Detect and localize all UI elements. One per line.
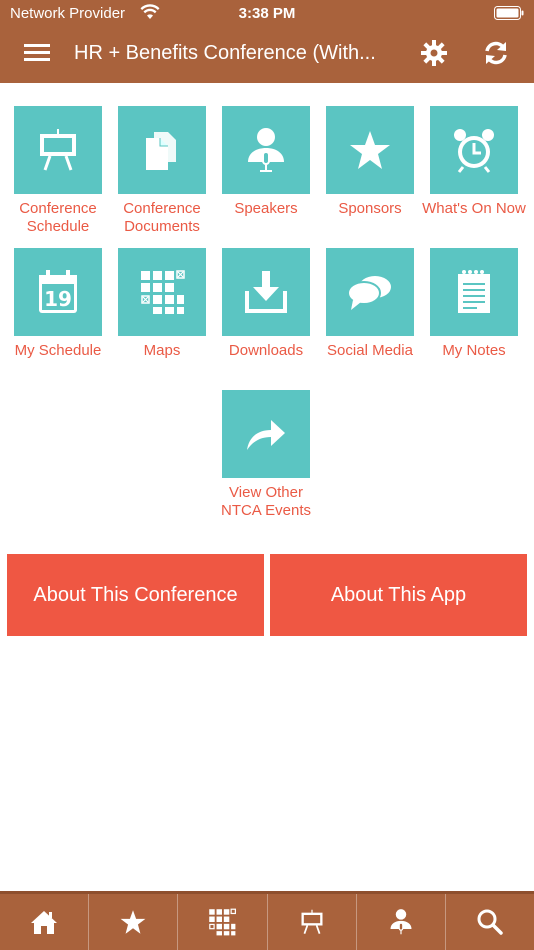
presentation-board-icon bbox=[301, 909, 323, 934]
notepad-icon bbox=[458, 270, 490, 313]
tile-social-media[interactable]: Social Media bbox=[318, 248, 422, 360]
share-arrow-icon bbox=[247, 420, 285, 450]
about-buttons: About This Conference About This App bbox=[7, 554, 527, 636]
tile-whats-on-now[interactable]: What's On Now bbox=[422, 106, 526, 218]
top-bar: Network Provider 3:38 PM HR + Benefits C… bbox=[0, 0, 534, 83]
documents-icon bbox=[146, 132, 176, 170]
clock: 3:38 PM bbox=[238, 5, 296, 22]
calendar-icon: 19 bbox=[39, 270, 77, 313]
tile-label: Conference Documents bbox=[123, 200, 201, 235]
tile-my-schedule[interactable]: 19 My Schedule bbox=[6, 248, 110, 360]
tile-box bbox=[326, 248, 414, 336]
tile-speakers[interactable]: Speakers bbox=[214, 106, 318, 218]
menu-icon[interactable] bbox=[24, 42, 54, 68]
about-app-button[interactable]: About This App bbox=[270, 554, 527, 636]
tile-box bbox=[118, 106, 206, 194]
tile-box bbox=[430, 106, 518, 194]
tile-label: My Notes bbox=[442, 342, 506, 359]
status-bar: Network Provider 3:38 PM bbox=[0, 0, 534, 28]
star-icon bbox=[350, 131, 390, 169]
page-title: HR + Benefits Conference (With... bbox=[74, 42, 376, 64]
tile-label: Downloads bbox=[228, 342, 304, 359]
presentation-board-icon bbox=[40, 129, 76, 171]
tile-box bbox=[222, 390, 310, 478]
map-grid-icon bbox=[141, 270, 185, 314]
tile-box bbox=[222, 248, 310, 336]
download-tray-icon bbox=[245, 271, 287, 313]
star-icon bbox=[120, 910, 146, 934]
tile-box bbox=[118, 248, 206, 336]
nav-row: HR + Benefits Conference (With... bbox=[0, 28, 534, 83]
tile-conference-documents[interactable]: Conference Documents bbox=[110, 106, 214, 236]
tab-home[interactable] bbox=[0, 894, 90, 950]
about-conference-button[interactable]: About This Conference bbox=[7, 554, 264, 636]
tile-view-other-events[interactable]: View Other NTCA Events bbox=[214, 390, 318, 520]
bottom-tab-bar bbox=[0, 891, 534, 950]
tile-label: Maps bbox=[143, 342, 181, 359]
tile-downloads[interactable]: Downloads bbox=[214, 248, 318, 360]
tile-label: Sponsors bbox=[338, 200, 402, 217]
tile-label: Conference Schedule bbox=[19, 200, 97, 235]
battery-icon bbox=[494, 6, 524, 24]
speaker-icon bbox=[248, 128, 284, 172]
tab-search[interactable] bbox=[446, 894, 534, 950]
calendar-day: 19 bbox=[44, 287, 72, 311]
search-icon bbox=[477, 909, 503, 935]
tile-box bbox=[14, 106, 102, 194]
tile-label: What's On Now bbox=[422, 200, 526, 217]
alarm-clock-icon bbox=[454, 129, 494, 173]
tile-label: My Schedule bbox=[14, 342, 102, 359]
tile-box bbox=[430, 248, 518, 336]
tab-sponsors[interactable] bbox=[89, 894, 179, 950]
tile-sponsors[interactable]: Sponsors bbox=[318, 106, 422, 218]
tile-box bbox=[222, 106, 310, 194]
gear-icon[interactable] bbox=[420, 39, 450, 69]
tab-speakers[interactable] bbox=[357, 894, 446, 950]
tile-maps[interactable]: Maps bbox=[110, 248, 214, 360]
home-icon bbox=[31, 911, 58, 934]
chat-bubbles-icon bbox=[347, 276, 391, 310]
tile-conference-schedule[interactable]: Conference Schedule bbox=[6, 106, 110, 236]
tab-maps[interactable] bbox=[178, 894, 268, 950]
tile-my-notes[interactable]: My Notes bbox=[422, 248, 526, 360]
tile-box bbox=[326, 106, 414, 194]
tile-label: View Other NTCA Events bbox=[220, 484, 312, 519]
refresh-icon[interactable] bbox=[482, 39, 512, 69]
tile-box: 19 bbox=[14, 248, 102, 336]
tile-label: Speakers bbox=[234, 200, 298, 217]
speaker-icon bbox=[390, 909, 412, 935]
tab-schedule[interactable] bbox=[268, 894, 357, 950]
map-grid-icon bbox=[209, 908, 237, 936]
tile-label: Social Media bbox=[327, 342, 413, 359]
